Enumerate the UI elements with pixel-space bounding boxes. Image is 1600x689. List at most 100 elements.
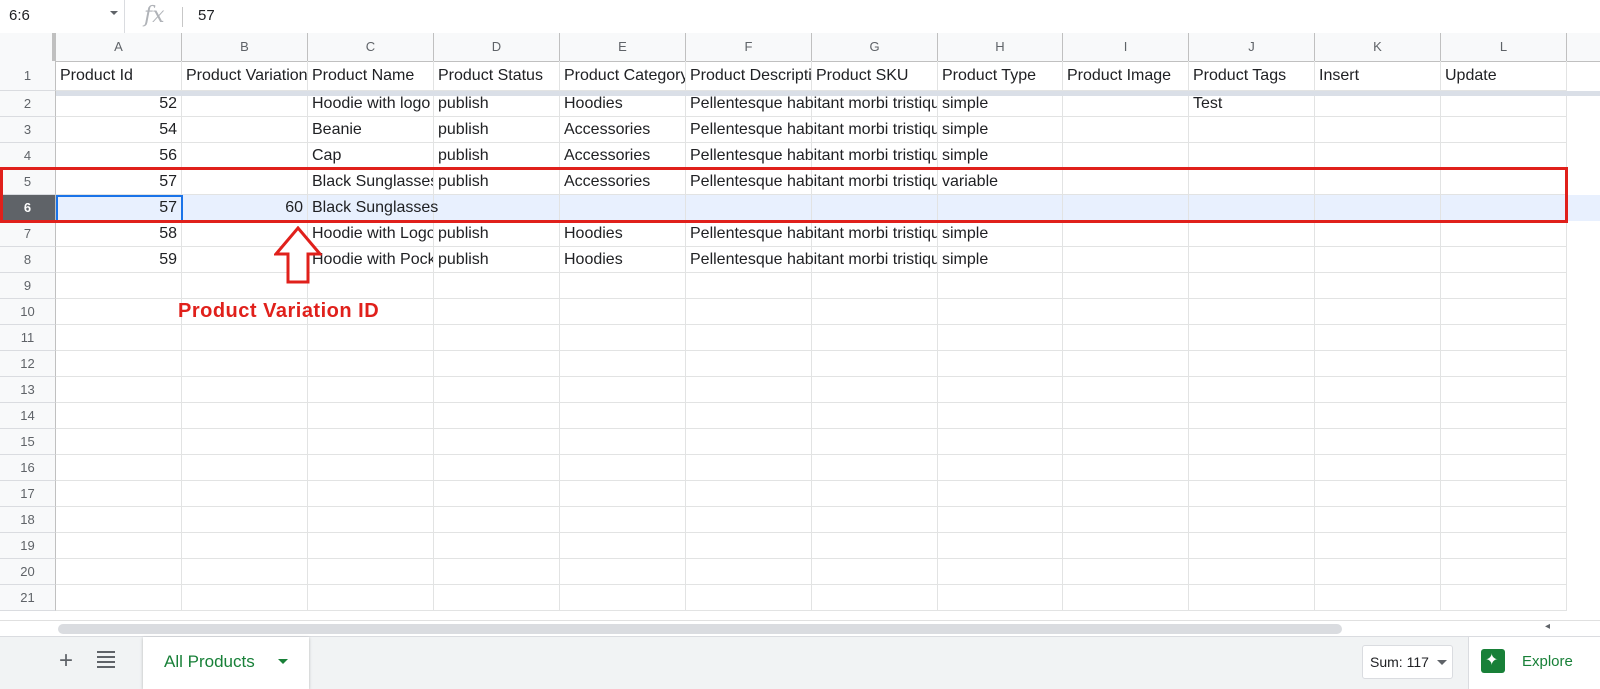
row-header-13[interactable]: 13 [0,377,56,403]
grid-cell[interactable] [308,325,434,351]
cell-type[interactable]: simple [938,221,1063,247]
grid-cell[interactable] [1441,455,1567,481]
grid-cell[interactable] [1441,507,1567,533]
grid-cell[interactable] [812,377,938,403]
grid-cell[interactable] [434,455,560,481]
grid-cell[interactable] [686,585,812,611]
grid-cell[interactable] [560,351,686,377]
column-header-g[interactable]: G [812,33,938,61]
grid-cell[interactable] [1063,585,1189,611]
grid-cell[interactable] [308,585,434,611]
grid-cell[interactable] [1189,325,1315,351]
grid-cell[interactable] [56,585,182,611]
grid-cell[interactable] [182,481,308,507]
cell-desc[interactable]: Pellentesque habitant morbi tristique [686,221,938,247]
formula-input[interactable]: 57 [198,7,215,24]
cell-name[interactable]: Hoodie with Pocket [308,247,434,273]
grid-cell[interactable] [1315,273,1441,299]
grid-cell[interactable] [434,273,560,299]
header-cell[interactable]: Product Name [308,61,434,91]
header-cell[interactable]: Product Id [56,61,182,91]
grid-cell[interactable] [938,403,1063,429]
add-sheet-icon[interactable]: + [59,647,73,675]
scroll-left-icon[interactable]: ◂ [1545,621,1550,632]
grid-cell[interactable] [308,429,434,455]
grid-cell[interactable] [182,377,308,403]
column-header-h[interactable]: H [938,33,1063,61]
grid-cell[interactable] [938,507,1063,533]
explore-button[interactable]: Explore [1468,637,1600,689]
grid-cell[interactable] [1063,143,1189,169]
grid-cell[interactable] [56,507,182,533]
grid-cell[interactable] [560,533,686,559]
grid-cell[interactable] [1441,273,1567,299]
grid-cell[interactable] [434,325,560,351]
grid-cell[interactable] [1063,533,1189,559]
grid-cell[interactable] [1063,403,1189,429]
grid-cell[interactable] [812,351,938,377]
grid-cell[interactable] [1063,429,1189,455]
grid-cell[interactable] [1441,325,1567,351]
grid-cell[interactable] [1063,117,1189,143]
cell-status[interactable]: publish [434,117,560,143]
header-cell[interactable]: Product SKU [812,61,938,91]
row-header-2[interactable]: 2 [0,91,56,117]
grid-cell[interactable] [1063,481,1189,507]
grid-cell[interactable] [686,455,812,481]
grid-cell[interactable] [812,585,938,611]
grid-cell[interactable] [434,377,560,403]
sum-dropdown[interactable]: Sum: 117 [1362,645,1453,679]
grid-cell[interactable] [1189,247,1315,273]
grid-cell[interactable] [182,325,308,351]
cell-id[interactable]: 58 [56,221,182,247]
grid-cell[interactable] [308,351,434,377]
grid-cell[interactable] [938,273,1063,299]
grid-cell[interactable] [182,533,308,559]
grid-cell[interactable] [1441,117,1567,143]
grid-cell[interactable] [1441,247,1567,273]
grid-cell[interactable] [434,429,560,455]
cell-type[interactable]: simple [938,117,1063,143]
column-header-d[interactable]: D [434,33,560,61]
grid-cell[interactable] [308,377,434,403]
grid-cell[interactable] [1189,507,1315,533]
column-header-j[interactable]: J [1189,33,1315,61]
row-header-4[interactable]: 4 [0,143,56,169]
grid-cell[interactable] [812,325,938,351]
grid-cell[interactable] [812,299,938,325]
grid-cell[interactable] [1189,559,1315,585]
grid-cell[interactable] [56,351,182,377]
grid-cell[interactable] [812,273,938,299]
grid-cell[interactable] [182,351,308,377]
row-header-1[interactable]: 1 [0,61,56,91]
row-header-17[interactable]: 17 [0,481,56,507]
grid-cell[interactable] [1189,221,1315,247]
grid-cell[interactable] [1315,299,1441,325]
cell-id[interactable]: 54 [56,117,182,143]
row-header-3[interactable]: 3 [0,117,56,143]
column-header-l[interactable]: L [1441,33,1567,61]
grid-cell[interactable] [308,403,434,429]
grid-cell[interactable] [686,377,812,403]
grid-cell[interactable] [1315,481,1441,507]
column-header-i[interactable]: I [1063,33,1189,61]
chevron-down-icon[interactable] [278,659,288,664]
header-cell[interactable]: Update [1441,61,1567,91]
grid-cell[interactable] [56,377,182,403]
grid-cell[interactable] [1441,377,1567,403]
row-header-11[interactable]: 11 [0,325,56,351]
column-header-a[interactable]: A [56,33,182,61]
row-header-12[interactable]: 12 [0,351,56,377]
grid-cell[interactable] [434,507,560,533]
grid-cell[interactable] [938,455,1063,481]
row-header-8[interactable]: 8 [0,247,56,273]
grid-cell[interactable] [1315,247,1441,273]
grid-cell[interactable] [1063,247,1189,273]
grid-cell[interactable] [686,481,812,507]
header-cell[interactable]: Product Variation [182,61,308,91]
grid-cell[interactable] [56,403,182,429]
grid-cell[interactable] [308,455,434,481]
grid-cell[interactable] [812,559,938,585]
grid-cell[interactable] [1441,533,1567,559]
grid-cell[interactable] [1441,299,1567,325]
